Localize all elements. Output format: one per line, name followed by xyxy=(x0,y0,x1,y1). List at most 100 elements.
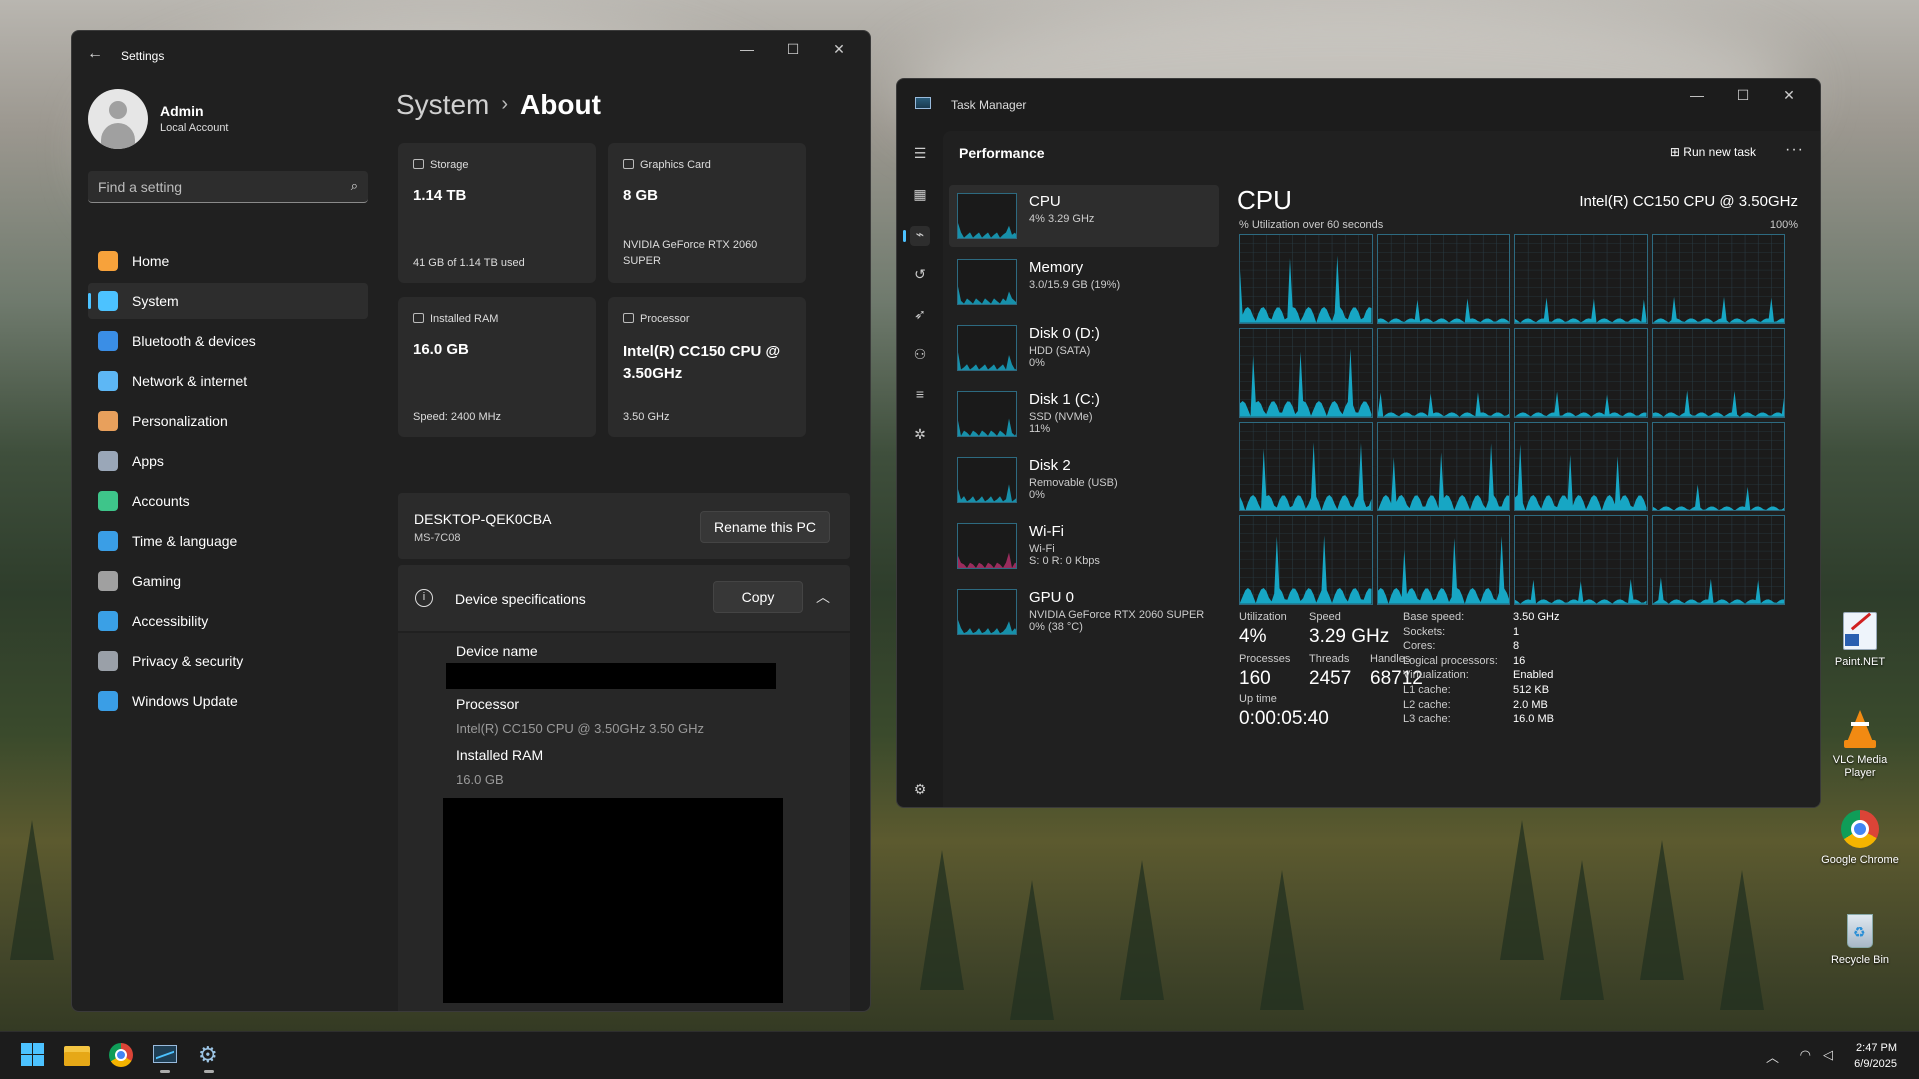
desktop-icon-recycle-bin[interactable]: ♻ Recycle Bin xyxy=(1820,908,1900,967)
perf-item-cpu[interactable]: CPU 4% 3.29 GHz xyxy=(949,185,1219,247)
sidebar-item-label: Bluetooth & devices xyxy=(132,333,256,349)
minimize-icon[interactable]: — xyxy=(724,41,770,58)
card-value: 16.0 GB xyxy=(413,341,469,358)
sidebar-item-network-internet[interactable]: Network & internet xyxy=(88,363,368,399)
uptime-value: 0:00:05:40 xyxy=(1239,708,1329,729)
processor-card[interactable]: Processor Intel(R) CC150 CPU @ 3.50GHz 3… xyxy=(608,297,806,437)
search-icon: ⌕ xyxy=(350,178,358,193)
performance-list: CPU 4% 3.29 GHz Memory 3.0/15.9 GB (19%) Dis… xyxy=(949,185,1219,647)
cpu-model: Intel(R) CC150 CPU @ 3.50GHz xyxy=(1579,193,1798,210)
task-manager-icon xyxy=(915,97,931,109)
desktop-icon-chrome[interactable]: Google Chrome xyxy=(1820,808,1900,867)
sidebar-item-bluetooth-devices[interactable]: Bluetooth & devices xyxy=(88,323,368,359)
pc-model: MS-7C08 xyxy=(414,532,461,544)
settings-icon[interactable]: ⚙ xyxy=(196,1042,222,1073)
globe-icon xyxy=(98,531,118,551)
window-controls: — ☐ ✕ xyxy=(724,41,862,58)
sidebar-item-personalization[interactable]: Personalization xyxy=(88,403,368,439)
rename-pc-button[interactable]: Rename this PC xyxy=(700,511,830,543)
search-input[interactable] xyxy=(88,171,328,202)
ram-value: 16.0 GB xyxy=(456,772,504,787)
sidebar-item-time-language[interactable]: Time & language xyxy=(88,523,368,559)
threads-label: Threads xyxy=(1309,653,1350,665)
perf-item-detail: 3.0/15.9 GB (19%) xyxy=(1029,279,1121,291)
perf-item-disk-0-d[interactable]: Disk 0 (D:) HDD (SATA) 0% xyxy=(949,317,1219,379)
sidebar-item-gaming[interactable]: Gaming xyxy=(88,563,368,599)
taskbar: ⚙ ︿ ◠ ◁ 2:47 PM 6/9/2025 xyxy=(0,1031,1919,1079)
detail-value: 512 KB xyxy=(1513,684,1550,696)
mini-graph xyxy=(957,259,1017,305)
accessibility-icon xyxy=(98,611,118,631)
core-graph xyxy=(1651,327,1785,418)
chrome-icon xyxy=(1839,808,1881,850)
sidebar-item-label: Personalization xyxy=(132,413,228,429)
sidebar-item-label: Accounts xyxy=(132,493,190,509)
wifi-icon[interactable]: ◠ xyxy=(1800,1047,1811,1063)
perf-item-memory[interactable]: Memory 3.0/15.9 GB (19%) xyxy=(949,251,1219,313)
close-icon[interactable]: ✕ xyxy=(1766,87,1812,104)
perf-item-name: Memory xyxy=(1029,259,1084,276)
chevron-up-icon[interactable]: ︿ xyxy=(1766,1047,1779,1066)
startup-apps-icon[interactable]: ➶ xyxy=(910,306,930,326)
core-graph xyxy=(1514,515,1648,605)
more-options-icon[interactable]: ··· xyxy=(1785,141,1804,159)
core-graph xyxy=(1239,234,1373,324)
copy-button[interactable]: Copy xyxy=(713,581,803,613)
back-arrow-icon[interactable]: ← xyxy=(87,45,103,63)
services-icon[interactable]: ✲ xyxy=(910,426,930,446)
perf-item-gpu-0[interactable]: GPU 0 NVIDIA GeForce RTX 2060 SUPER 0% (38… xyxy=(949,581,1219,643)
chevron-up-icon[interactable]: ︿ xyxy=(816,587,830,607)
users-icon[interactable]: ⚇ xyxy=(910,346,930,366)
device-specifications-header[interactable]: i Device specifications Copy ︿ xyxy=(398,565,850,631)
maximize-icon[interactable]: ☐ xyxy=(1720,87,1766,104)
ram-card[interactable]: Installed RAM 16.0 GB Speed: 2400 MHz xyxy=(398,297,596,437)
file-explorer-icon[interactable] xyxy=(64,1042,90,1068)
sidebar-item-windows-update[interactable]: Windows Update xyxy=(88,683,368,719)
minimize-icon[interactable]: — xyxy=(1674,87,1720,104)
breadcrumb-parent[interactable]: System xyxy=(396,89,489,120)
sidebar-item-system[interactable]: System xyxy=(88,283,368,319)
app-history-icon[interactable]: ↺ xyxy=(910,266,930,286)
perf-item-detail: HDD (SATA) xyxy=(1029,345,1091,357)
page-title: About xyxy=(520,89,601,120)
task-manager-icon[interactable] xyxy=(152,1042,178,1073)
start-icon[interactable] xyxy=(20,1042,46,1068)
desktop-icon-label: Recycle Bin xyxy=(1830,954,1890,966)
cpu-title: CPU xyxy=(1237,185,1292,215)
details-icon[interactable]: ≡ xyxy=(910,386,930,406)
volume-icon[interactable]: ◁ xyxy=(1823,1047,1833,1063)
storage-card[interactable]: Storage 1.14 TB 41 GB of 1.14 TB used xyxy=(398,143,596,283)
clock[interactable]: 2:47 PM 6/9/2025 xyxy=(1854,1040,1897,1072)
performance-icon[interactable]: ⌁ xyxy=(903,226,930,246)
perf-item-disk-2[interactable]: Disk 2 Removable (USB) 0% xyxy=(949,449,1219,511)
card-title: Processor xyxy=(640,313,690,325)
gear-icon[interactable]: ⚙ xyxy=(910,781,930,801)
gpu-icon xyxy=(623,159,634,169)
sidebar-item-privacy-security[interactable]: Privacy & security xyxy=(88,643,368,679)
hamburger-icon[interactable]: ☰ xyxy=(910,145,930,165)
perf-item-disk-1-c[interactable]: Disk 1 (C:) SSD (NVMe) 11% xyxy=(949,383,1219,445)
info-icon: i xyxy=(415,589,433,607)
sidebar-item-apps[interactable]: Apps xyxy=(88,443,368,479)
detail-key: Base speed: xyxy=(1403,611,1465,623)
sidebar-item-accessibility[interactable]: Accessibility xyxy=(88,603,368,639)
sidebar-item-home[interactable]: Home xyxy=(88,243,368,279)
graph-max: 100% xyxy=(1769,219,1798,231)
speed-value: 3.29 GHz xyxy=(1309,626,1390,647)
card-sub: 3.50 GHz xyxy=(623,411,670,423)
run-new-task-button[interactable]: ⊞ Run new task xyxy=(1670,145,1756,159)
sidebar-item-accounts[interactable]: Accounts xyxy=(88,483,368,519)
close-icon[interactable]: ✕ xyxy=(816,41,862,58)
maximize-icon[interactable]: ☐ xyxy=(770,41,816,58)
desktop-icon-paintnet[interactable]: Paint.NET xyxy=(1820,610,1900,669)
pc-name-bar: DESKTOP-QEK0CBA MS-7C08 Rename this PC xyxy=(398,493,850,559)
perf-item-wi-fi[interactable]: Wi-Fi Wi-Fi S: 0 R: 0 Kbps xyxy=(949,515,1219,577)
desktop-icon-vlc[interactable]: VLC Media Player xyxy=(1820,708,1900,780)
chrome-icon[interactable] xyxy=(108,1042,134,1068)
processes-icon[interactable]: ▦ xyxy=(910,186,930,206)
mini-graph xyxy=(957,193,1017,239)
search-box[interactable]: ⌕ xyxy=(88,171,368,203)
graphics-card[interactable]: Graphics Card 8 GB NVIDIA GeForce RTX 20… xyxy=(608,143,806,283)
chevron-right-icon: › xyxy=(501,93,509,115)
bluetooth-icon xyxy=(98,331,118,351)
